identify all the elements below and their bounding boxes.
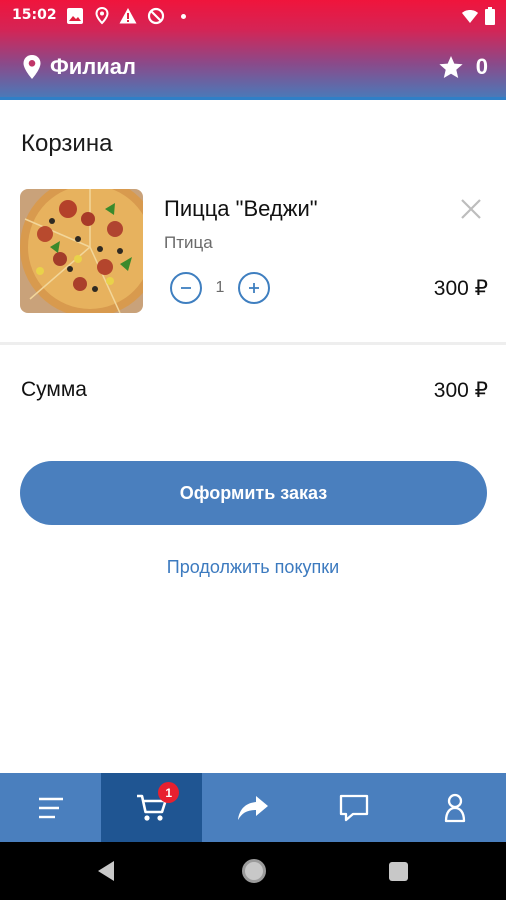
branch-selector[interactable]: Филиал xyxy=(22,52,136,82)
status-bar: 15:02 xyxy=(0,0,506,32)
product-subtitle: Птица xyxy=(164,233,213,252)
favorites-count: 0 xyxy=(475,54,488,79)
quantity-value: 1 xyxy=(215,279,225,296)
continue-shopping-link[interactable]: Продолжить покупки xyxy=(0,557,506,578)
nav-profile[interactable] xyxy=(405,773,506,842)
more-notifications-dot xyxy=(181,14,186,19)
home-icon[interactable] xyxy=(242,859,266,883)
profile-icon xyxy=(445,793,466,822)
nav-menu[interactable] xyxy=(0,773,101,842)
recent-apps-icon[interactable] xyxy=(389,862,408,881)
location-pin-icon xyxy=(23,55,41,79)
wifi-icon xyxy=(462,10,478,23)
product-image[interactable] xyxy=(20,189,143,313)
back-icon[interactable] xyxy=(96,860,116,882)
sum-label: Сумма xyxy=(21,378,87,401)
branch-label: Филиал xyxy=(50,54,137,79)
cart-badge: 1 xyxy=(158,782,180,803)
remove-item-icon[interactable] xyxy=(460,198,482,220)
section-divider xyxy=(0,342,506,345)
bottom-navigation: 1 xyxy=(0,773,506,842)
cart-item: Пицца "Веджи" Птица 1 300 ₽ xyxy=(20,188,488,314)
image-notification-icon xyxy=(67,8,83,24)
header-underline xyxy=(0,97,506,100)
plus-icon xyxy=(249,283,259,293)
nav-share[interactable] xyxy=(202,773,303,842)
item-price: 300 ₽ xyxy=(433,277,488,300)
product-name[interactable]: Пицца "Веджи" xyxy=(164,196,318,222)
star-icon xyxy=(439,55,463,78)
page-title: Корзина xyxy=(21,130,113,157)
increase-quantity-button[interactable] xyxy=(238,272,270,304)
nav-cart[interactable]: 1 xyxy=(101,773,203,842)
location-notification-icon xyxy=(95,7,109,25)
quantity-stepper: 1 xyxy=(170,272,270,304)
status-time: 15:02 xyxy=(12,7,57,23)
chat-icon xyxy=(340,794,369,821)
warning-icon xyxy=(119,8,137,24)
nav-chat[interactable] xyxy=(304,773,405,842)
decrease-quantity-button[interactable] xyxy=(170,272,202,304)
sum-value: 300 ₽ xyxy=(433,379,488,402)
system-navigation-bar xyxy=(0,842,506,900)
battery-icon xyxy=(485,7,495,25)
minus-icon xyxy=(181,287,191,289)
data-saver-icon xyxy=(147,7,165,25)
menu-icon xyxy=(38,797,63,818)
share-icon xyxy=(238,795,268,820)
favorites-button[interactable]: 0 xyxy=(438,52,488,82)
checkout-button[interactable]: Оформить заказ xyxy=(20,461,487,525)
